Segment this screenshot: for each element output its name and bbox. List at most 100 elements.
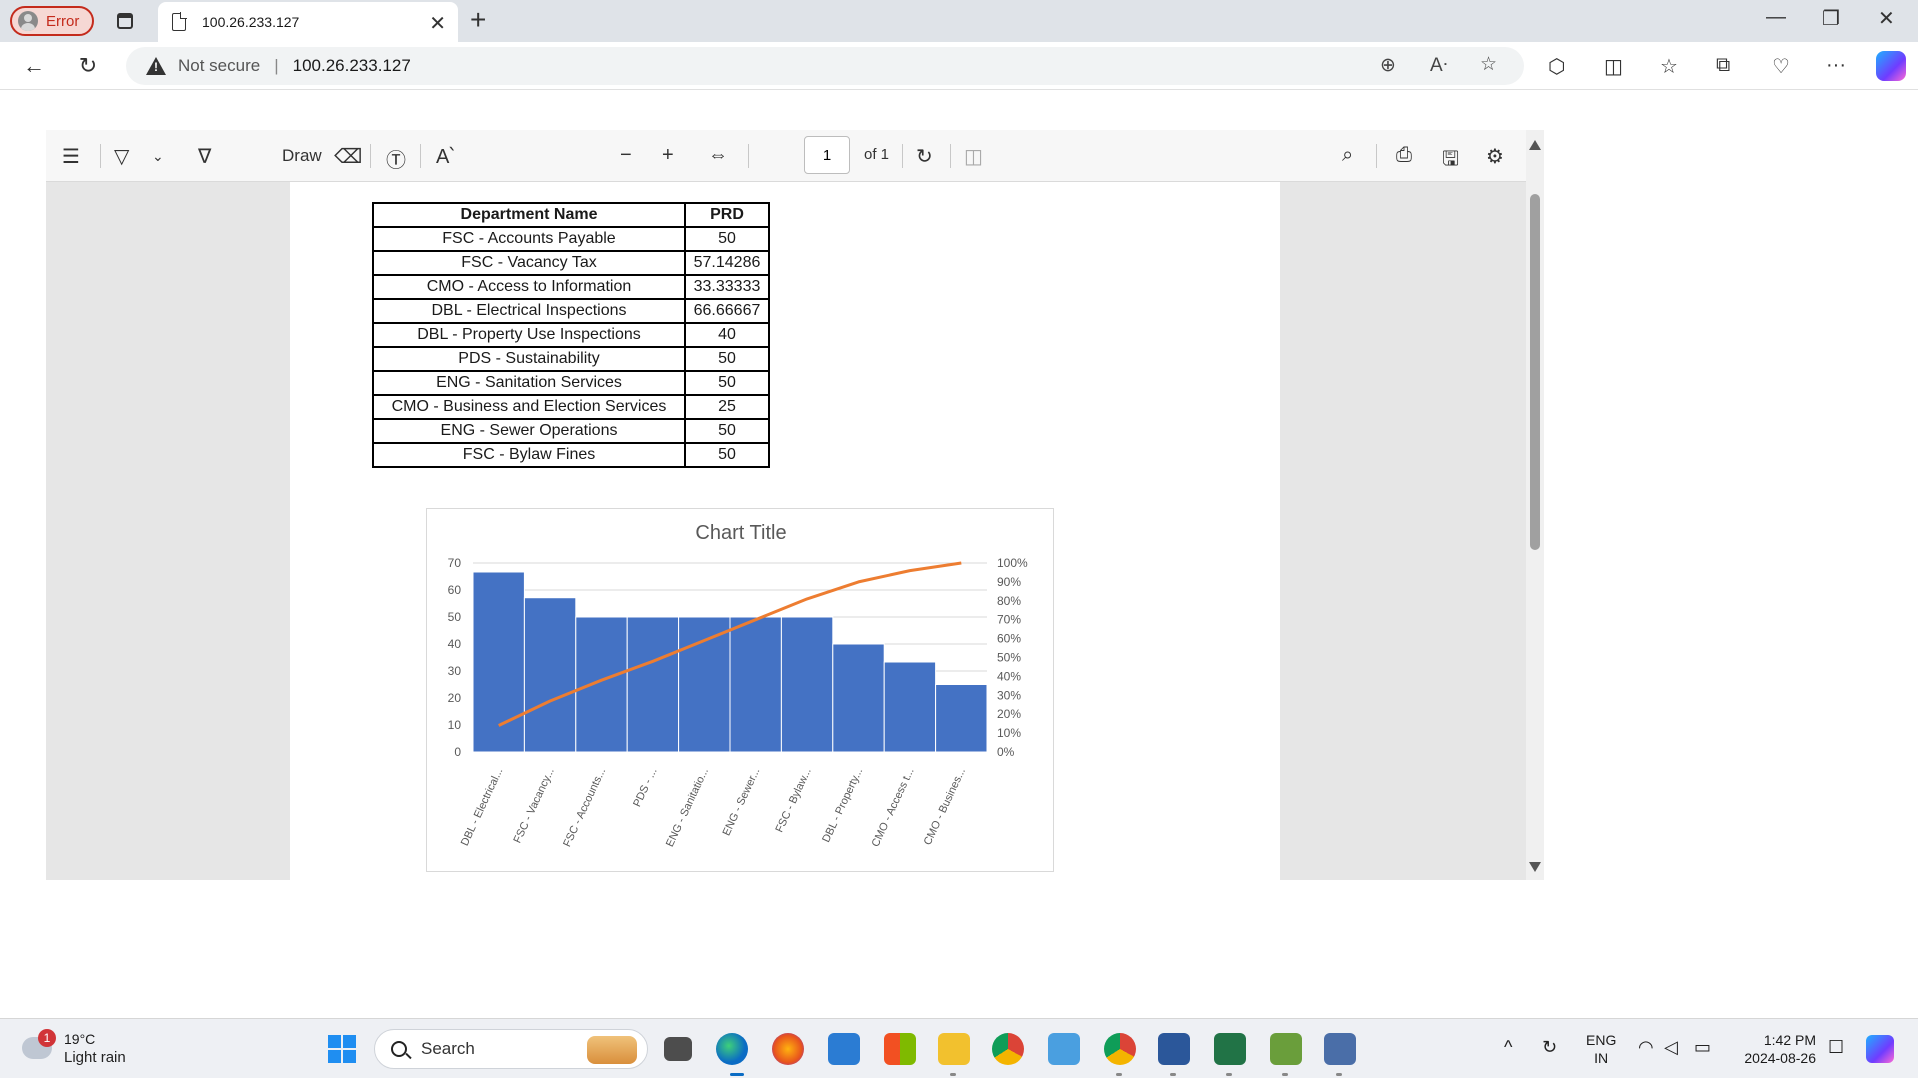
contents-icon[interactable]: ☰ [62, 144, 80, 169]
clock[interactable]: 1:42 PM 2024-08-26 [1736, 1031, 1816, 1067]
rotate-icon[interactable]: ↻ [916, 144, 933, 169]
draw-icon[interactable]: ∇ [198, 144, 211, 169]
copilot-taskbar-icon[interactable] [1866, 1035, 1894, 1063]
pareto-chart: Chart Title 0 10 20 30 40 50 60 70 0% 10% 20% 30% 40… [426, 508, 1054, 872]
battery-icon[interactable]: ▭ [1694, 1037, 1711, 1058]
chrome-icon[interactable] [992, 1033, 1024, 1065]
x-tick-label: FSC - Vacancy... [511, 766, 556, 845]
y-tick-label: 10 [448, 718, 462, 732]
address-bar[interactable]: Not secure | 100.26.233.127 ⊕ Aᐧ ☆ [126, 47, 1524, 85]
refresh-button[interactable]: ↻ [72, 50, 104, 82]
word-icon[interactable] [1158, 1033, 1190, 1065]
excel-icon[interactable] [1214, 1033, 1246, 1065]
show-hidden-icons-icon[interactable]: ^ [1504, 1037, 1512, 1058]
calendar-icon[interactable] [828, 1033, 860, 1065]
scroll-up-icon[interactable] [1529, 140, 1541, 150]
zoom-in-icon[interactable]: + [662, 144, 674, 167]
close-tab-icon[interactable]: ✕ [429, 11, 446, 36]
notifications-icon[interactable]: ☐ [1828, 1037, 1844, 1058]
prd-cell: 33.33333 [684, 274, 770, 300]
chart-app-icon[interactable] [1270, 1033, 1302, 1065]
search-highlight-icon [587, 1036, 637, 1064]
tab-actions-button[interactable] [112, 8, 138, 34]
restore-button[interactable]: ❐ [1822, 6, 1840, 31]
prd-cell: 25 [684, 394, 770, 420]
file-explorer-icon[interactable] [938, 1033, 970, 1065]
highlight-dropdown-icon[interactable]: ⌄ [152, 148, 164, 165]
vertical-scrollbar[interactable] [1526, 130, 1544, 880]
more-menu-icon[interactable]: ··· [1826, 54, 1846, 77]
sync-icon[interactable]: ↻ [1542, 1037, 1557, 1058]
scroll-down-icon[interactable] [1529, 862, 1541, 872]
table-row: ENG - Sanitation Services 50 [372, 370, 770, 396]
edge-icon[interactable] [716, 1033, 748, 1065]
y2-tick-label: 80% [997, 594, 1021, 608]
column-header: Department Name [372, 202, 686, 228]
y-tick-label: 70 [448, 556, 462, 570]
prd-cell: 40 [684, 322, 770, 348]
y-tick-label: 60 [448, 583, 462, 597]
page-count: of 1 [864, 146, 890, 163]
close-window-button[interactable]: ✕ [1878, 6, 1895, 31]
url-text[interactable]: 100.26.233.127 [293, 56, 411, 76]
settings-gear-icon[interactable]: ⚙ [1486, 144, 1504, 169]
text-box-icon[interactable]: Ⓣ [386, 144, 406, 173]
wifi-icon[interactable]: ◠ [1638, 1037, 1654, 1058]
highlight-icon[interactable]: ▽ [114, 144, 129, 169]
new-tab-button[interactable]: + [470, 4, 486, 36]
page-view-icon[interactable]: ◫ [964, 144, 983, 169]
y-tick-label: 20 [448, 691, 462, 705]
zoom-icon[interactable]: ⊕ [1380, 54, 1396, 77]
draw-button[interactable]: Draw [282, 146, 322, 166]
favorites-icon[interactable]: ☆ [1660, 54, 1678, 79]
page-number-input[interactable] [804, 136, 850, 174]
active-tab[interactable]: 100.26.233.127 ✕ [158, 2, 458, 42]
print-icon[interactable]: ⎙ [1396, 144, 1412, 167]
profile-button[interactable]: Error [10, 6, 94, 36]
department-name-cell: DBL - Property Use Inspections [372, 322, 686, 348]
not-secure-label[interactable]: Not secure [178, 56, 260, 76]
back-arrow-icon: ← [23, 53, 45, 78]
volume-icon[interactable]: ◁ [1664, 1037, 1678, 1058]
bar [729, 616, 782, 753]
copilot-icon[interactable] [1876, 51, 1906, 81]
start-button[interactable] [328, 1035, 356, 1063]
split-screen-icon[interactable]: ◫ [1604, 54, 1623, 79]
eraser-icon[interactable]: ⌫ [334, 144, 362, 169]
back-button[interactable]: ← [18, 50, 50, 82]
task-view-icon[interactable] [664, 1037, 692, 1061]
remote-desktop-icon[interactable] [1324, 1033, 1356, 1065]
store-icon[interactable] [884, 1033, 916, 1065]
language-indicator[interactable]: ENG IN [1586, 1031, 1616, 1067]
department-name-cell: CMO - Access to Information [372, 274, 686, 300]
y2-tick-label: 50% [997, 651, 1021, 665]
read-aloud-pdf-icon[interactable]: A՝ [436, 144, 454, 169]
y2-tick-label: 20% [997, 707, 1021, 721]
minimize-button[interactable]: — [1766, 6, 1786, 29]
department-name-cell: FSC - Vacancy Tax [372, 250, 686, 276]
extensions-icon[interactable]: ⬡ [1548, 54, 1565, 79]
chrome-profile-icon[interactable] [1104, 1033, 1136, 1065]
scroll-thumb[interactable] [1530, 194, 1540, 550]
y-tick-label: 30 [448, 664, 462, 678]
firefox-icon[interactable] [772, 1033, 804, 1065]
department-name-cell: ENG - Sanitation Services [372, 370, 686, 396]
collections-icon[interactable]: ⧉ [1716, 54, 1730, 77]
navigation-bar: ← ↻ Not secure | 100.26.233.127 ⊕ Aᐧ ☆ ⬡… [0, 42, 1918, 90]
find-icon[interactable]: ⌕ [1342, 144, 1353, 167]
browser-essentials-icon[interactable]: ♡ [1772, 54, 1790, 79]
weather-widget[interactable]: 1 19°C Light rain [18, 1027, 138, 1071]
bar [780, 616, 834, 753]
favorite-star-icon[interactable]: ☆ [1480, 53, 1497, 76]
save-icon[interactable]: 🖫 [1442, 144, 1459, 178]
x-tick-label: DBL - Electrical... [459, 766, 506, 848]
read-aloud-icon[interactable]: Aᐧ [1430, 54, 1448, 77]
notepad-icon[interactable] [1048, 1033, 1080, 1065]
table-row: FSC - Accounts Payable 50 [372, 226, 770, 252]
taskbar-search[interactable]: Search [374, 1029, 648, 1069]
fit-width-icon[interactable]: ⇔ [708, 144, 728, 167]
zoom-out-icon[interactable]: − [620, 144, 632, 167]
tab-title: 100.26.233.127 [202, 14, 300, 30]
clock-date: 2024-08-26 [1744, 1050, 1816, 1066]
pdf-page: Department Name PRD FSC - Accounts Payab… [290, 182, 1280, 880]
